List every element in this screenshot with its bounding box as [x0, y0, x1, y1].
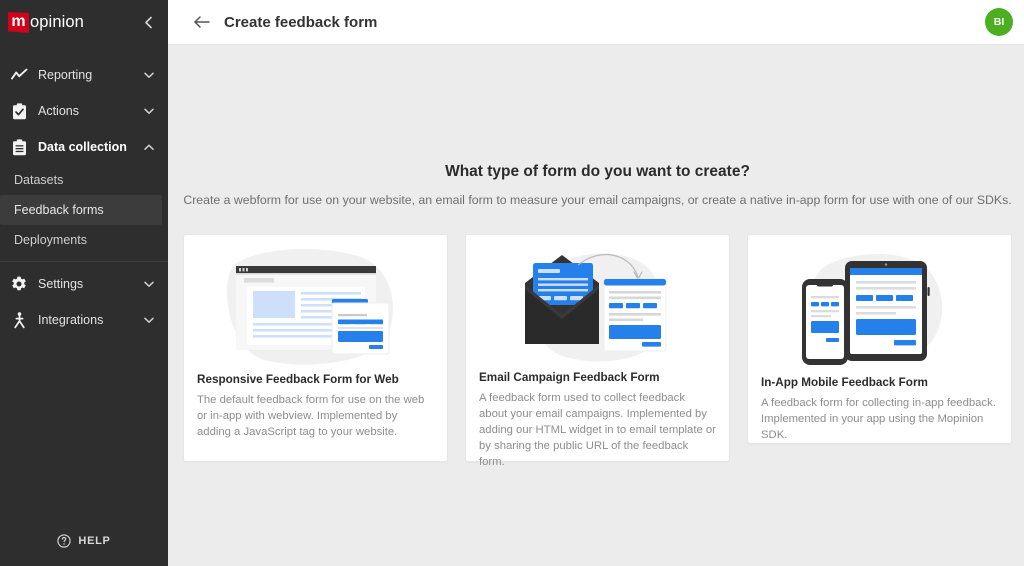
help-button[interactable]: HELP [0, 516, 168, 566]
sidebar-nav: Reporting Actions Data collection Datase… [0, 57, 168, 338]
sidebar-item-feedback-forms[interactable]: Feedback forms [0, 195, 162, 225]
sidebar-divider [0, 261, 168, 262]
form-type-card-in-app-mobile[interactable]: In-App Mobile Feedback Form A feedback f… [747, 234, 1012, 444]
arrow-left-icon[interactable] [190, 11, 212, 33]
sidebar-item-data-collection[interactable]: Data collection [0, 129, 168, 165]
card-body: Email Campaign Feedback Form A feedback … [466, 371, 729, 470]
sidebar-item-label: Actions [38, 104, 79, 118]
card-body: Responsive Feedback Form for Web The def… [184, 373, 447, 440]
sidebar-item-integrations[interactable]: Integrations [0, 302, 168, 338]
content-heading: What type of form do you want to create? [445, 163, 750, 180]
question-circle-icon [57, 534, 72, 548]
clipboard-lines-icon [0, 138, 38, 156]
form-type-card-email-campaign[interactable]: Email Campaign Feedback Form A feedback … [465, 234, 730, 468]
form-type-card-responsive-web[interactable]: Responsive Feedback Form for Web The def… [183, 234, 448, 462]
mopinion-logo[interactable]: m opinion [8, 12, 84, 33]
app-root: m opinion Reporting Actions Data collect… [0, 0, 1024, 566]
sidebar-item-actions[interactable]: Actions [0, 93, 168, 129]
card-description: A feedback form used to collect feedback… [479, 392, 716, 469]
logo-badge-icon: m [8, 12, 29, 33]
chevron-down-icon[interactable] [142, 317, 156, 324]
sidebar-item-label: Settings [38, 277, 84, 291]
sidebar-subnav-data-collection: Datasets Feedback forms Deployments [0, 165, 168, 255]
card-title: In-App Mobile Feedback Form [761, 375, 928, 389]
form-type-card-list: Responsive Feedback Form for Web The def… [168, 234, 1024, 468]
clipboard-check-icon [0, 102, 38, 120]
sidebar-item-reporting[interactable]: Reporting [0, 57, 168, 93]
logo-text: opinion [30, 13, 84, 32]
sidebar-subitem-label: Deployments [14, 233, 87, 247]
card-title: Email Campaign Feedback Form [479, 371, 660, 384]
sidebar-item-label: Data collection [38, 140, 127, 154]
sidebar: m opinion Reporting Actions Data collect… [0, 0, 168, 566]
content-subheading: Create a webform for use on your website… [183, 193, 1012, 207]
card-description: The default feedback form for use on the… [197, 394, 425, 439]
card-body: In-App Mobile Feedback Form A feedback f… [748, 376, 1011, 443]
phone-and-tablet-illustration [748, 235, 1011, 376]
open-envelope-with-form-illustration [466, 235, 729, 371]
page-title: Create feedback form [224, 13, 378, 31]
integrations-node-icon [0, 311, 38, 329]
sidebar-item-datasets[interactable]: Datasets [0, 165, 162, 195]
gear-icon [0, 276, 38, 292]
sidebar-item-label: Reporting [38, 68, 93, 82]
browser-window-with-form-illustration [184, 235, 447, 373]
chevron-up-icon[interactable] [142, 144, 156, 151]
sidebar-item-settings[interactable]: Settings [0, 266, 168, 302]
chevron-down-icon[interactable] [142, 72, 156, 79]
card-description: A feedback form for collecting in-app fe… [761, 396, 996, 441]
sidebar-item-label: Integrations [38, 313, 104, 327]
card-title: Responsive Feedback Form for Web [197, 373, 399, 386]
main-area: Create feedback form BI What type of for… [168, 0, 1024, 566]
help-label: HELP [78, 535, 111, 547]
sidebar-subitem-label: Feedback forms [14, 203, 104, 217]
avatar[interactable]: BI [985, 8, 1013, 36]
chevron-down-icon[interactable] [142, 281, 156, 288]
chevron-left-icon[interactable] [138, 12, 158, 34]
line-chart-icon [0, 68, 38, 82]
sidebar-item-deployments[interactable]: Deployments [0, 225, 162, 255]
topbar: Create feedback form BI [168, 0, 1024, 45]
chevron-down-icon[interactable] [142, 108, 156, 115]
sidebar-brand-row: m opinion [0, 0, 168, 45]
content-area: What type of form do you want to create?… [168, 45, 1024, 566]
sidebar-subitem-label: Datasets [14, 173, 64, 187]
